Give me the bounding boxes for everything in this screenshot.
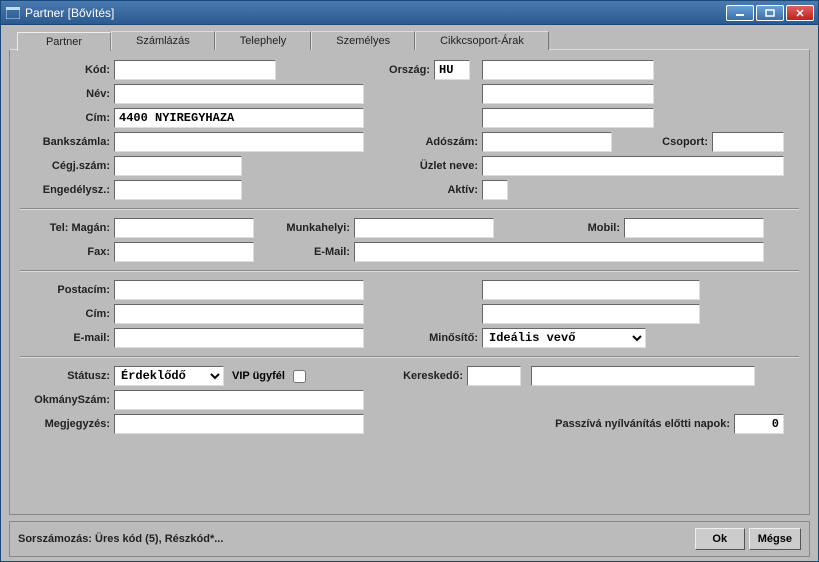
orszag-label: Ország: bbox=[364, 64, 434, 76]
tab-bar: Partner Számlázás Telephely Személyes Ci… bbox=[9, 31, 810, 50]
cim-label: Cím: bbox=[20, 112, 114, 124]
engedely-label: Engedélysz.: bbox=[20, 184, 114, 196]
telmagan-label: Tel: Magán: bbox=[20, 222, 114, 234]
okmanysz-label: OkmánySzám: bbox=[20, 394, 114, 406]
passziva-label: Passzívá nyílvánítás előtti napok: bbox=[364, 418, 734, 430]
cancel-button[interactable]: Mégse bbox=[749, 528, 801, 550]
email2-label: E-mail: bbox=[20, 332, 114, 344]
mobil-label: Mobil: bbox=[494, 222, 624, 234]
kod-input[interactable] bbox=[114, 60, 276, 80]
separator bbox=[20, 208, 799, 210]
kereskedo-label: Kereskedő: bbox=[309, 370, 467, 382]
orszag-code-input[interactable] bbox=[434, 60, 470, 80]
status-select[interactable]: Érdeklődő bbox=[114, 366, 224, 386]
orszag-name-input[interactable] bbox=[482, 60, 654, 80]
tab-cikkcsoport[interactable]: Cikkcsoport-Árak bbox=[415, 31, 549, 50]
separator bbox=[20, 356, 799, 358]
postacim-input[interactable] bbox=[114, 280, 364, 300]
bankszamla-label: Bankszámla: bbox=[20, 136, 114, 148]
cim-extra-input[interactable] bbox=[482, 108, 654, 128]
cim2-extra-input[interactable] bbox=[482, 304, 700, 324]
email2-input[interactable] bbox=[114, 328, 364, 348]
tab-szemelyes[interactable]: Személyes bbox=[311, 31, 415, 50]
megjegyzes-label: Megjegyzés: bbox=[20, 418, 114, 430]
aktiv-input[interactable] bbox=[482, 180, 508, 200]
csoport-input[interactable] bbox=[712, 132, 784, 152]
postacim-extra-input[interactable] bbox=[482, 280, 700, 300]
vip-checkbox[interactable] bbox=[293, 370, 306, 383]
footer-status: Sorszámozás: Üres kód (5), Részkód*... bbox=[18, 533, 691, 545]
engedely-input[interactable] bbox=[114, 180, 242, 200]
okmanysz-input[interactable] bbox=[114, 390, 364, 410]
fax-input[interactable] bbox=[114, 242, 254, 262]
kereskedo-code-input[interactable] bbox=[467, 366, 521, 386]
bankszamla-input[interactable] bbox=[114, 132, 364, 152]
window-controls bbox=[726, 5, 814, 21]
cim-input[interactable] bbox=[114, 108, 364, 128]
footer-bar: Sorszámozás: Üres kód (5), Részkód*... O… bbox=[9, 521, 810, 557]
minosito-select[interactable]: Ideális vevő bbox=[482, 328, 646, 348]
aktiv-label: Aktív: bbox=[364, 184, 482, 196]
email-input[interactable] bbox=[354, 242, 764, 262]
titlebar: Partner [Bővítés] bbox=[1, 1, 818, 25]
munkahelyi-label: Munkahelyi: bbox=[254, 222, 354, 234]
app-icon bbox=[5, 5, 21, 21]
partner-panel: Kód: Ország: Név: Cím: bbox=[9, 49, 810, 515]
tab-partner[interactable]: Partner bbox=[17, 32, 111, 51]
uzletneve-label: Üzlet neve: bbox=[364, 160, 482, 172]
cim2-input[interactable] bbox=[114, 304, 364, 324]
ok-button[interactable]: Ok bbox=[695, 528, 745, 550]
tab-szamlazas[interactable]: Számlázás bbox=[111, 31, 215, 50]
partner-window: Partner [Bővítés] Partner Számlázás Tele… bbox=[0, 0, 819, 562]
cegjsz-label: Cégj.szám: bbox=[20, 160, 114, 172]
nev-extra-input[interactable] bbox=[482, 84, 654, 104]
close-button[interactable] bbox=[786, 5, 814, 21]
minimize-button[interactable] bbox=[726, 5, 754, 21]
cim2-label: Cím: bbox=[20, 308, 114, 320]
passziva-input[interactable] bbox=[734, 414, 784, 434]
adoszam-label: Adószám: bbox=[364, 136, 482, 148]
separator bbox=[20, 270, 799, 272]
maximize-button[interactable] bbox=[756, 5, 784, 21]
vip-label: VIP ügyfél bbox=[230, 370, 289, 382]
window-content: Partner Számlázás Telephely Személyes Ci… bbox=[1, 25, 818, 561]
window-title: Partner [Bővítés] bbox=[25, 6, 726, 20]
minosito-label: Minősítő: bbox=[364, 332, 482, 344]
munkahelyi-input[interactable] bbox=[354, 218, 494, 238]
csoport-label: Csoport: bbox=[612, 136, 712, 148]
megjegyzes-input[interactable] bbox=[114, 414, 364, 434]
uzletneve-input[interactable] bbox=[482, 156, 784, 176]
nev-label: Név: bbox=[20, 88, 114, 100]
mobil-input[interactable] bbox=[624, 218, 764, 238]
nev-input[interactable] bbox=[114, 84, 364, 104]
telmagan-input[interactable] bbox=[114, 218, 254, 238]
cegjsz-input[interactable] bbox=[114, 156, 242, 176]
kereskedo-name-input[interactable] bbox=[531, 366, 755, 386]
kod-label: Kód: bbox=[20, 64, 114, 76]
email-label: E-Mail: bbox=[254, 246, 354, 258]
fax-label: Fax: bbox=[20, 246, 114, 258]
status-label: Státusz: bbox=[20, 370, 114, 382]
adoszam-input[interactable] bbox=[482, 132, 612, 152]
postacim-label: Postacím: bbox=[20, 284, 114, 296]
tab-telephely[interactable]: Telephely bbox=[215, 31, 311, 50]
